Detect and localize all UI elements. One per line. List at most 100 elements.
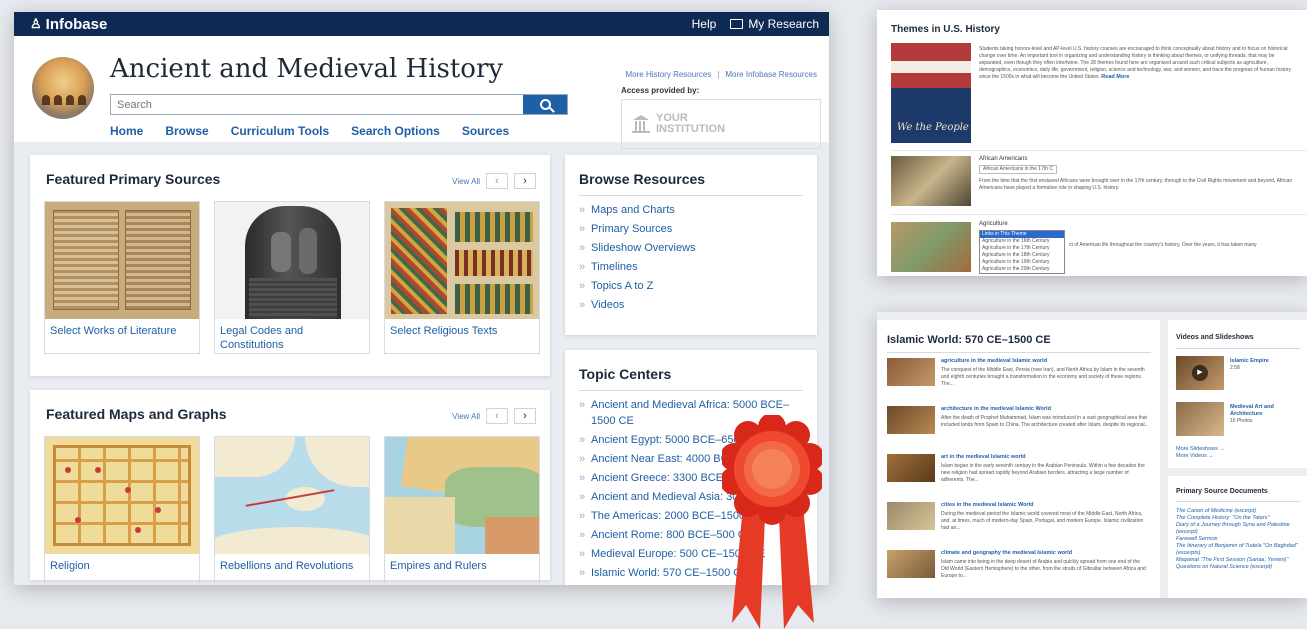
dropdown-option[interactable]: Agriculture in the 20th Century [980,266,1064,273]
entry-title[interactable]: art in the medieval Islamic world [941,454,1026,461]
search-icon [539,99,551,110]
browse-resources-list: Maps and Charts Primary Sources Slidesho… [579,202,696,316]
read-more-link[interactable]: Read More [1101,74,1129,80]
us-history-screenshot: Themes in U.S. History We the People Stu… [877,10,1307,276]
more-history-link[interactable]: More History Resources [626,70,712,79]
theme1-text: From the time that the first enslaved Af… [979,178,1293,191]
browse-item-maps[interactable]: Maps and Charts [579,202,696,218]
nav-home[interactable]: Home [110,124,143,138]
nav-search-options[interactable]: Search Options [351,124,440,138]
stele-image [215,202,369,319]
divider [1176,501,1300,502]
psd-item[interactable]: The Canon of Medicine (excerpt) [1176,508,1300,515]
maps-thumbs: Religion Rebellions and Revolutions Empi… [44,436,540,585]
institution-line2: INSTITUTION [656,123,726,135]
entry-title[interactable]: architecture in the medieval Islamic Wor… [941,406,1051,413]
african-americans-image [891,156,971,206]
entry-title[interactable]: agriculture in the medieval Islamic worl… [941,358,1047,365]
divider [579,390,803,391]
top-bar: ♙ Infobase Help My Research [14,12,829,36]
browse-item-timelines[interactable]: Timelines [579,259,696,275]
browse-item-primary-sources[interactable]: Primary Sources [579,221,696,237]
more-infobase-link[interactable]: More Infobase Resources [725,70,817,79]
more-slideshows-link[interactable]: More Slideshows → [1176,446,1225,453]
psd-item[interactable]: Maqamat "The First Session (Sanaa, Yemen… [1176,557,1300,564]
entry-image [887,550,935,578]
nav-sources[interactable]: Sources [462,124,509,138]
slideshow-thumb[interactable] [1176,402,1224,436]
play-icon: ▶ [1192,365,1208,381]
entry-title[interactable]: climate and geography the medieval Islam… [941,550,1072,557]
thumb-literature[interactable]: Select Works of Literature [44,201,200,354]
thumb-caption: Rebellions and Revolutions [220,560,354,572]
entry-text: After the death of Prophet Muhammad, Isl… [941,415,1149,428]
thumb-religious-texts[interactable]: Select Religious Texts [384,201,540,354]
videos-slideshows-panel: Videos and Slideshows ▶ Islamic Empire 2… [1168,320,1307,468]
us-history-intro: Students taking honors-level and AP-leve… [979,46,1292,80]
thumb-empires[interactable]: Empires and Rulers [384,436,540,585]
video1-title[interactable]: Islamic Empire [1230,358,1269,365]
mediterranean-map-image [215,437,369,554]
prev-arrow-button[interactable]: ‹ [486,408,508,424]
theme2-dropdown[interactable]: Links in This Theme Agriculture in the 1… [979,230,1065,274]
primary-sources-thumbs: Select Works of Literature Legal Codes a… [44,201,540,354]
entry-text: The conquest of the Middle East, Persia … [941,367,1145,387]
thumb-religion[interactable]: Religion [44,436,200,585]
psd-item[interactable]: The Complete History: "On the Tatars" [1176,515,1300,522]
browse-item-slideshows[interactable]: Slideshow Overviews [579,240,696,256]
video-thumb[interactable]: ▶ [1176,356,1224,390]
colosseum-emblem [32,57,94,119]
nav-curriculum-tools[interactable]: Curriculum Tools [231,124,329,138]
video2-title[interactable]: Medieval Art and Architecture [1230,404,1302,418]
nav-browse[interactable]: Browse [165,124,208,138]
featured-maps-card: Featured Maps and Graphs View All ‹ › Re… [30,390,550,585]
my-research-link[interactable]: My Research [730,17,819,31]
dropdown-option[interactable]: Agriculture in the 19th Century [980,259,1064,266]
search-input[interactable] [111,95,523,114]
thumb-caption: Select Religious Texts [390,325,498,337]
dropdown-option-selected[interactable]: Links in This Theme [980,231,1064,238]
thumb-rebellions[interactable]: Rebellions and Revolutions [214,436,370,585]
divider [891,214,1307,215]
next-arrow-button[interactable]: › [514,408,536,424]
dropdown-option[interactable]: Agriculture in the 17th Century [980,245,1064,252]
video1-length: 2:58 [1230,365,1240,371]
theme1-select[interactable]: African Americans in the 17th C [979,165,1058,174]
search-button[interactable] [523,95,567,114]
my-research-label: My Research [748,17,819,31]
thumb-legal-codes[interactable]: Legal Codes and Constitutions [214,201,370,354]
dropdown-option[interactable]: Agriculture in the 16th Century [980,238,1064,245]
browse-resources-card: Browse Resources Maps and Charts Primary… [565,155,817,335]
psd-item[interactable]: Questions on Natural Science (excerpt) [1176,564,1300,571]
psd-item[interactable]: Diary of a Journey through Syria and Pal… [1176,522,1300,536]
entry-image [887,358,935,386]
theme-african-americans: African Americans [979,156,1028,162]
primary-sources-view-all[interactable]: View All [452,177,480,186]
video2-length: 15 Photos [1230,418,1253,424]
site-header: Ancient and Medieval History Home Browse… [14,36,829,149]
person-icon: ♙ [30,16,42,31]
entry-image [887,406,935,434]
prev-arrow-button[interactable]: ‹ [486,173,508,189]
psd-title: Primary Source Documents [1176,488,1268,495]
entry-title[interactable]: cities in the medieval Islamic World [941,502,1034,509]
logo-text: Infobase [45,15,108,33]
browse-item-videos[interactable]: Videos [579,297,696,313]
thumb-caption: Select Works of Literature [50,325,177,337]
main-window: ♙ Infobase Help My Research Ancient and … [14,12,829,585]
infobase-logo[interactable]: ♙ Infobase [30,16,107,33]
islamic-main-panel: Islamic World: 570 CE–1500 CE agricultur… [877,320,1160,598]
entry-text: During the medieval period the Islamic w… [941,511,1144,531]
psd-item[interactable]: Farewell Sermon [1176,536,1300,543]
next-arrow-button[interactable]: › [514,173,536,189]
primary-sources-title: Featured Primary Sources [46,171,221,187]
entry-image [887,454,935,482]
illuminated-image [385,202,539,319]
dropdown-option[interactable]: Agriculture in the 18th Century [980,252,1064,259]
help-link[interactable]: Help [692,17,717,31]
browse-item-topics[interactable]: Topics A to Z [579,278,696,294]
more-videos-link[interactable]: More Videos → [1176,453,1214,460]
maps-view-all[interactable]: View All [452,412,480,421]
divider [887,352,1151,353]
psd-item[interactable]: The Itinerary of Benjamin of Tudela "On … [1176,543,1300,557]
